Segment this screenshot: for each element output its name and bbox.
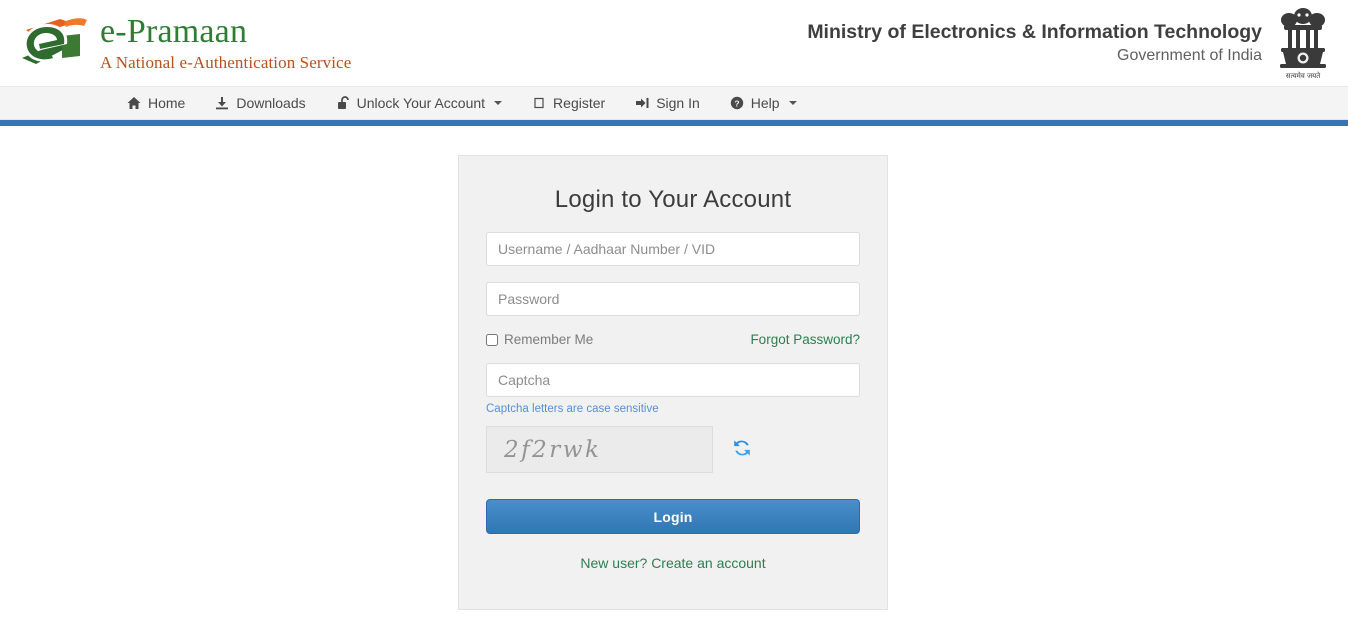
captcha-text: 2f2rwk bbox=[504, 436, 602, 463]
nav-item-label: Unlock Your Account bbox=[356, 95, 486, 111]
question-circle-icon: ? bbox=[730, 96, 744, 110]
nav-item-home[interactable]: Home bbox=[112, 87, 200, 119]
download-icon bbox=[215, 96, 229, 110]
brand[interactable]: e-Pramaan A National e-Authentication Se… bbox=[14, 12, 351, 74]
page-title: Login to Your Account bbox=[554, 186, 792, 213]
ministry-name: Ministry of Electronics & Information Te… bbox=[807, 21, 1262, 44]
captcha-row: 2f2rwk bbox=[486, 426, 860, 473]
remember-forgot-row: Remember Me Forgot Password? bbox=[486, 332, 860, 347]
remember-me-input[interactable] bbox=[486, 333, 498, 346]
login-button[interactable]: Login bbox=[486, 499, 860, 534]
epramaan-logo-icon bbox=[14, 12, 90, 74]
chevron-down-icon bbox=[788, 101, 797, 105]
nav-item-sign-in[interactable]: Sign In bbox=[620, 87, 715, 119]
login-card: Login to Your Account Remember Me Forgot… bbox=[458, 155, 888, 610]
nav-item-label: Sign In bbox=[656, 95, 700, 111]
nav-item-help[interactable]: ? Help bbox=[715, 87, 812, 119]
svg-text:सत्यमेव जयते: सत्यमेव जयते bbox=[1286, 71, 1321, 80]
svg-text:?: ? bbox=[734, 98, 739, 108]
ashoka-emblem-icon: सत्यमेव जयते bbox=[1272, 3, 1334, 83]
remember-me-checkbox[interactable]: Remember Me bbox=[486, 332, 593, 347]
home-icon bbox=[127, 96, 141, 110]
refresh-captcha-button[interactable] bbox=[731, 437, 753, 462]
site-header: e-Pramaan A National e-Authentication Se… bbox=[0, 0, 1348, 87]
brand-title: e-Pramaan bbox=[100, 13, 248, 50]
nav-item-register[interactable]: Register bbox=[517, 87, 620, 119]
username-input[interactable] bbox=[486, 232, 860, 266]
main-navigation: Home Downloads Unlock Your Account Regis… bbox=[0, 87, 1348, 120]
unlock-icon bbox=[336, 96, 350, 110]
form-icon bbox=[532, 96, 546, 110]
nav-item-unlock-your-account[interactable]: Unlock Your Account bbox=[321, 87, 517, 119]
nav-item-label: Help bbox=[750, 95, 780, 111]
nav-item-downloads[interactable]: Downloads bbox=[200, 87, 320, 119]
remember-me-label: Remember Me bbox=[504, 332, 594, 347]
nav-item-label: Register bbox=[553, 95, 606, 111]
sign-in-icon bbox=[635, 96, 649, 110]
chevron-down-icon bbox=[494, 101, 503, 105]
nav-item-label: Home bbox=[148, 95, 186, 111]
page-body: Login to Your Account Remember Me Forgot… bbox=[0, 126, 1348, 631]
password-input[interactable] bbox=[486, 282, 860, 316]
captcha-input[interactable] bbox=[486, 363, 860, 397]
government-block: Ministry of Electronics & Information Te… bbox=[807, 3, 1334, 83]
government-name: Government of India bbox=[1117, 47, 1262, 65]
nav-item-label: Downloads bbox=[236, 95, 306, 111]
forgot-password-link[interactable]: Forgot Password? bbox=[750, 332, 860, 347]
captcha-hint-link[interactable]: Captcha letters are case sensitive bbox=[486, 403, 860, 415]
brand-subtitle: A National e-Authentication Service bbox=[100, 53, 352, 72]
captcha-image: 2f2rwk bbox=[486, 426, 713, 473]
create-account-link[interactable]: New user? Create an account bbox=[486, 555, 860, 571]
refresh-icon bbox=[731, 437, 753, 462]
